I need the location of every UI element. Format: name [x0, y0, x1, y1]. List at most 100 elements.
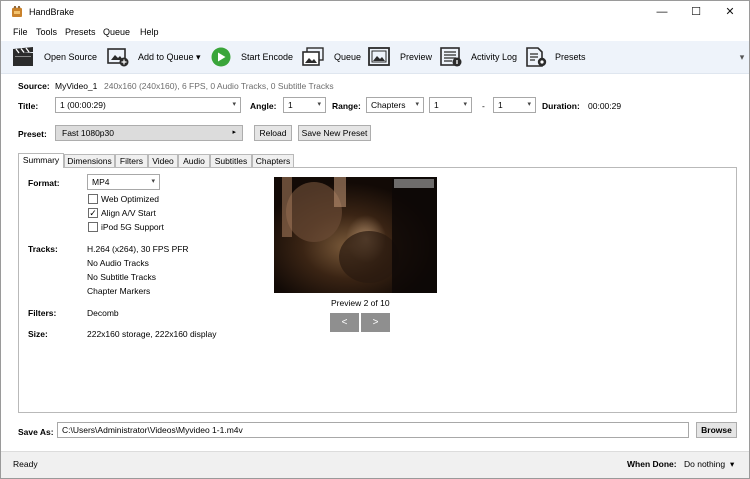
activity-log-icon[interactable] [440, 47, 462, 67]
preset-value: Fast 1080p30 [62, 128, 114, 138]
when-done-label: When Done: [627, 459, 677, 469]
tracks-label: Tracks: [28, 244, 58, 254]
source-info: 240x160 (240x160), 6 FPS, 0 Audio Tracks… [104, 81, 334, 91]
tab-subtitles[interactable]: Subtitles [210, 154, 252, 168]
when-done-select[interactable]: Do nothing [684, 459, 725, 469]
status-bar: Ready When Done: Do nothing ▾ [1, 451, 749, 478]
queue-icon[interactable] [302, 47, 324, 67]
tab-summary[interactable]: Summary [18, 153, 64, 168]
checkmark-icon: ✓ [89, 208, 97, 218]
preview-button[interactable]: Preview [400, 52, 432, 62]
range-label: Range: [332, 101, 361, 111]
save-new-preset-button[interactable]: Save New Preset [298, 125, 371, 141]
track-item: No Subtitle Tracks [87, 272, 156, 282]
align-av-label: Align A/V Start [101, 208, 156, 218]
format-select[interactable]: MP4 ▾ [87, 174, 160, 190]
chevron-down-icon: ▾ [232, 101, 236, 108]
clapperboard-icon[interactable] [12, 47, 34, 67]
chevron-down-icon: ▾ [415, 101, 419, 108]
open-source-button[interactable]: Open Source [44, 52, 97, 62]
menu-help[interactable]: Help [140, 27, 159, 37]
chevron-down-icon: ▾ [151, 178, 155, 185]
video-frame-image [274, 177, 437, 293]
range-start-value: 1 [434, 100, 439, 110]
chevron-down-icon: ▾ [527, 101, 531, 108]
range-type-value: Chapters [371, 100, 406, 110]
source-label: Source: [18, 81, 50, 91]
web-optimized-checkbox[interactable] [88, 194, 98, 204]
tab-dimensions[interactable]: Dimensions [64, 154, 115, 168]
angle-label: Angle: [250, 101, 277, 111]
track-item: Chapter Markers [87, 286, 151, 296]
chevron-down-icon[interactable]: ▾ [730, 459, 734, 470]
preset-label: Preset: [18, 129, 47, 139]
menu-bar: File Tools Presets Queue Help [1, 24, 749, 41]
browse-button[interactable]: Browse [696, 422, 737, 438]
preview-prev-button[interactable]: < [330, 313, 359, 332]
range-start-select[interactable]: 1 ▾ [429, 97, 472, 113]
title-label: Title: [18, 101, 39, 111]
status-text: Ready [13, 459, 38, 469]
tab-chapters[interactable]: Chapters [252, 154, 294, 168]
handbrake-logo-icon [12, 6, 22, 17]
start-encode-button[interactable]: Start Encode [241, 52, 293, 62]
menu-presets[interactable]: Presets [65, 27, 96, 37]
window-title: HandBrake [29, 7, 75, 17]
title-select[interactable]: 1 (00:00:29) ▾ [55, 97, 241, 113]
filters-value: Decomb [87, 308, 119, 318]
activity-log-button[interactable]: Activity Log [471, 52, 517, 62]
toolbar-overflow-button[interactable]: ▾ [737, 41, 747, 74]
tab-audio[interactable]: Audio [178, 154, 210, 168]
format-value: MP4 [92, 177, 110, 187]
angle-select-value: 1 [288, 100, 293, 110]
range-end-value: 1 [498, 100, 503, 110]
menu-file[interactable]: File [13, 27, 28, 37]
preview-image [274, 177, 437, 293]
ipod-support-checkbox[interactable] [88, 222, 98, 232]
angle-select[interactable]: 1 ▾ [283, 97, 326, 113]
close-button[interactable]: ✕ [713, 1, 747, 23]
save-as-label: Save As: [18, 427, 54, 437]
preview-caption: Preview 2 of 10 [331, 298, 390, 308]
range-type-select[interactable]: Chapters ▾ [366, 97, 424, 113]
tab-video[interactable]: Video [148, 154, 178, 168]
save-as-path-input[interactable]: C:\Users\Administrator\Videos\Myvideo 1-… [57, 422, 689, 438]
web-optimized-label: Web Optimized [101, 194, 159, 204]
chevron-down-icon: ▾ [463, 101, 467, 108]
range-separator: - [482, 101, 485, 111]
tab-filters[interactable]: Filters [115, 154, 148, 168]
ipod-support-label: iPod 5G Support [101, 222, 164, 232]
toolbar: Open Source Add to Queue ▾ Start Encode … [1, 41, 749, 74]
title-select-value: 1 (00:00:29) [60, 100, 106, 110]
align-av-checkbox[interactable]: ✓ [88, 208, 98, 218]
add-to-queue-dropdown[interactable]: ▾ [196, 52, 201, 63]
handbrake-window: HandBrake — ☐ ✕ File Tools Presets Queue… [0, 0, 750, 479]
chevron-down-icon: ▾ [317, 101, 321, 108]
reload-button[interactable]: Reload [254, 125, 292, 141]
queue-button[interactable]: Queue [334, 52, 361, 62]
preview-next-button[interactable]: > [361, 313, 390, 332]
menu-queue[interactable]: Queue [103, 27, 130, 37]
menu-tools[interactable]: Tools [36, 27, 57, 37]
format-label: Format: [28, 178, 60, 188]
size-value: 222x160 storage, 222x160 display [87, 329, 217, 339]
chevron-right-icon: ▸ [232, 129, 236, 136]
duration-value: 00:00:29 [588, 101, 622, 111]
play-icon[interactable] [210, 47, 232, 67]
add-to-queue-button[interactable]: Add to Queue [138, 52, 194, 62]
title-bar: HandBrake — ☐ ✕ [1, 1, 749, 23]
duration-label: Duration: [542, 101, 580, 111]
preview-icon[interactable] [368, 47, 390, 67]
range-end-select[interactable]: 1 ▾ [493, 97, 536, 113]
filters-label: Filters: [28, 308, 57, 318]
presets-button[interactable]: Presets [555, 52, 586, 62]
source-name: MyVideo_1 [55, 81, 98, 91]
preset-selector[interactable]: Fast 1080p30 ▸ [55, 125, 243, 141]
maximize-button[interactable]: ☐ [679, 1, 713, 23]
minimize-button[interactable]: — [645, 1, 679, 23]
size-label: Size: [28, 329, 48, 339]
add-to-queue-icon[interactable] [107, 47, 129, 67]
presets-icon[interactable] [525, 47, 547, 67]
track-item: No Audio Tracks [87, 258, 149, 268]
track-item: H.264 (x264), 30 FPS PFR [87, 244, 189, 254]
